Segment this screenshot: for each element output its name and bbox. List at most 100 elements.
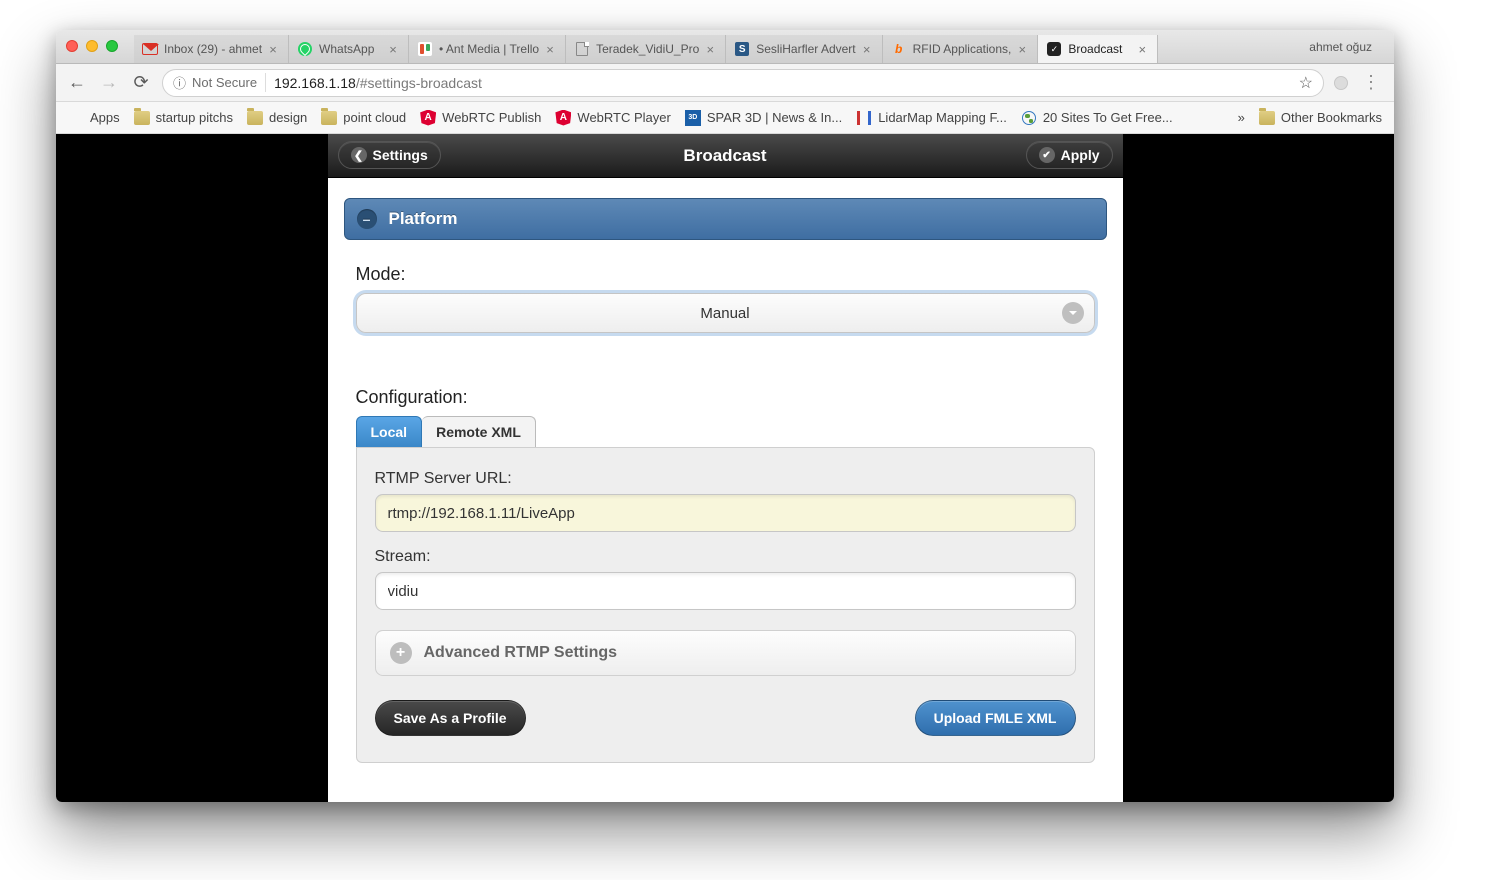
- tab-strip: Inbox (29) - ahmet × WhatsApp × • Ant Me…: [56, 30, 1394, 64]
- mode-select[interactable]: Manual: [356, 293, 1095, 333]
- bookmark-webrtc-player[interactable]: A WebRTC Player: [555, 110, 670, 126]
- advanced-rtmp-settings[interactable]: + Advanced RTMP Settings: [375, 630, 1076, 676]
- tab-label: • Ant Media | Trello: [439, 42, 539, 56]
- close-icon[interactable]: ×: [545, 42, 555, 57]
- stream-input[interactable]: [375, 572, 1076, 610]
- tab-sesliharfler[interactable]: S SesliHarfler Advert ×: [726, 35, 882, 63]
- profile-avatar-icon[interactable]: [1334, 76, 1348, 90]
- config-body: RTMP Server URL: Stream: + Advanced RTMP…: [356, 447, 1095, 763]
- bookmarks-bar: Apps startup pitchs design point cloud A…: [56, 102, 1394, 134]
- reload-button[interactable]: ⟳: [130, 72, 152, 94]
- advanced-label: Advanced RTMP Settings: [424, 644, 618, 662]
- angular-icon: A: [555, 110, 571, 126]
- bookmark-20sites[interactable]: 20 Sites To Get Free...: [1021, 110, 1173, 126]
- folder-icon: [321, 110, 337, 126]
- close-icon[interactable]: ×: [1017, 42, 1027, 57]
- bookmark-label: WebRTC Player: [577, 110, 670, 125]
- apply-button[interactable]: ✔ Apply: [1026, 141, 1113, 169]
- tab-label: Broadcast: [1068, 42, 1131, 56]
- bookmark-label: Apps: [90, 110, 120, 125]
- tab-remote-xml[interactable]: Remote XML: [422, 416, 536, 447]
- bookmark-label: LidarMap Mapping F...: [878, 110, 1007, 125]
- back-settings-button[interactable]: ❮ Settings: [338, 141, 441, 169]
- tab-local[interactable]: Local: [356, 416, 423, 447]
- tab-gmail[interactable]: Inbox (29) - ahmet ×: [134, 35, 289, 63]
- rtmp-url-input[interactable]: [375, 494, 1076, 532]
- bookmark-label: point cloud: [343, 110, 406, 125]
- tab-label: SesliHarfler Advert: [756, 42, 855, 56]
- tab-label: RFID Applications,: [913, 42, 1012, 56]
- tab-label: WhatsApp: [319, 42, 382, 56]
- tab-label: Teradek_VidiU_Pro: [596, 42, 699, 56]
- stream-label: Stream:: [375, 548, 1076, 566]
- spar-icon: 3D: [685, 110, 701, 126]
- lidar-icon: [856, 110, 872, 126]
- close-icon[interactable]: ×: [862, 42, 872, 57]
- close-icon[interactable]: ×: [388, 42, 398, 57]
- platform-panel-header[interactable]: – Platform: [344, 198, 1107, 240]
- viewport: ❮ Settings Broadcast ✔ Apply – Platform …: [56, 134, 1394, 802]
- menu-icon[interactable]: ⋮: [1358, 72, 1384, 93]
- maximize-window-icon[interactable]: [106, 40, 118, 52]
- apps-shortcut[interactable]: Apps: [68, 110, 120, 126]
- url-host: 192.168.1.18: [274, 75, 356, 91]
- bookmark-label: WebRTC Publish: [442, 110, 541, 125]
- address-bar[interactable]: ⓘ Not Secure 192.168.1.18/#settings-broa…: [162, 69, 1324, 97]
- bookmark-label: SPAR 3D | News & In...: [707, 110, 842, 125]
- bookmark-label: startup pitchs: [156, 110, 233, 125]
- plus-icon: +: [390, 642, 412, 664]
- mode-value: Manual: [700, 305, 749, 322]
- folder-icon: [247, 110, 263, 126]
- bookmark-label: Other Bookmarks: [1281, 110, 1382, 125]
- folder-icon: [1259, 110, 1275, 126]
- bookmark-startup-pitchs[interactable]: startup pitchs: [134, 110, 233, 126]
- forward-button[interactable]: →: [98, 72, 120, 94]
- apply-label: Apply: [1061, 147, 1100, 163]
- info-icon: ⓘ: [173, 73, 186, 92]
- trello-icon: [417, 41, 433, 57]
- close-icon[interactable]: ×: [705, 42, 715, 57]
- bookmark-design[interactable]: design: [247, 110, 307, 126]
- tab-teradek[interactable]: Teradek_VidiU_Pro ×: [566, 35, 726, 63]
- security-badge[interactable]: ⓘ Not Secure: [173, 73, 266, 92]
- back-button[interactable]: ←: [66, 72, 88, 94]
- tab-trello[interactable]: • Ant Media | Trello ×: [409, 35, 566, 63]
- tab-label: Inbox (29) - ahmet: [164, 42, 262, 56]
- minimize-window-icon[interactable]: [86, 40, 98, 52]
- bookmark-point-cloud[interactable]: point cloud: [321, 110, 406, 126]
- back-label: Settings: [373, 147, 428, 163]
- check-icon: ✔: [1039, 147, 1055, 163]
- close-icon[interactable]: ×: [268, 42, 278, 57]
- close-window-icon[interactable]: [66, 40, 78, 52]
- bookmark-webrtc-publish[interactable]: A WebRTC Publish: [420, 110, 541, 126]
- tabs: Inbox (29) - ahmet × WhatsApp × • Ant Me…: [134, 35, 1158, 63]
- bookmarks-overflow[interactable]: »: [1238, 110, 1245, 125]
- bookmark-spar3d[interactable]: 3D SPAR 3D | News & In...: [685, 110, 842, 126]
- rtmp-url-label: RTMP Server URL:: [375, 470, 1076, 488]
- panel-content: Mode: Manual Configuration: Local Remote…: [328, 240, 1123, 763]
- other-bookmarks[interactable]: Other Bookmarks: [1259, 110, 1382, 126]
- tab-whatsapp[interactable]: WhatsApp ×: [289, 35, 409, 63]
- button-row: Save As a Profile Upload FMLE XML: [375, 700, 1076, 736]
- mode-label: Mode:: [356, 264, 1095, 285]
- angular-icon: A: [420, 110, 436, 126]
- security-label: Not Secure: [192, 75, 257, 90]
- upload-fmle-xml-button[interactable]: Upload FMLE XML: [915, 700, 1076, 736]
- bookmark-lidarmap[interactable]: LidarMap Mapping F...: [856, 110, 1007, 126]
- b-icon: b: [891, 41, 907, 57]
- chevron-down-icon: [1062, 302, 1084, 324]
- close-icon[interactable]: ×: [1137, 42, 1147, 57]
- save-profile-button[interactable]: Save As a Profile: [375, 700, 526, 736]
- window-controls: [66, 40, 118, 52]
- chevron-left-icon: ❮: [351, 147, 367, 163]
- tab-broadcast[interactable]: ✓ Broadcast ×: [1038, 35, 1158, 63]
- button-label: Upload FMLE XML: [934, 710, 1057, 726]
- bookmark-star-icon[interactable]: ☆: [1299, 73, 1313, 93]
- tab-label: Remote XML: [436, 424, 521, 440]
- tab-rfid[interactable]: b RFID Applications, ×: [883, 35, 1039, 63]
- profile-name[interactable]: ahmet oğuz: [1287, 40, 1394, 54]
- button-label: Save As a Profile: [394, 710, 507, 726]
- broadcast-icon: ✓: [1046, 41, 1062, 57]
- url-path: /#settings-broadcast: [356, 75, 482, 91]
- panel-title: Platform: [389, 209, 458, 229]
